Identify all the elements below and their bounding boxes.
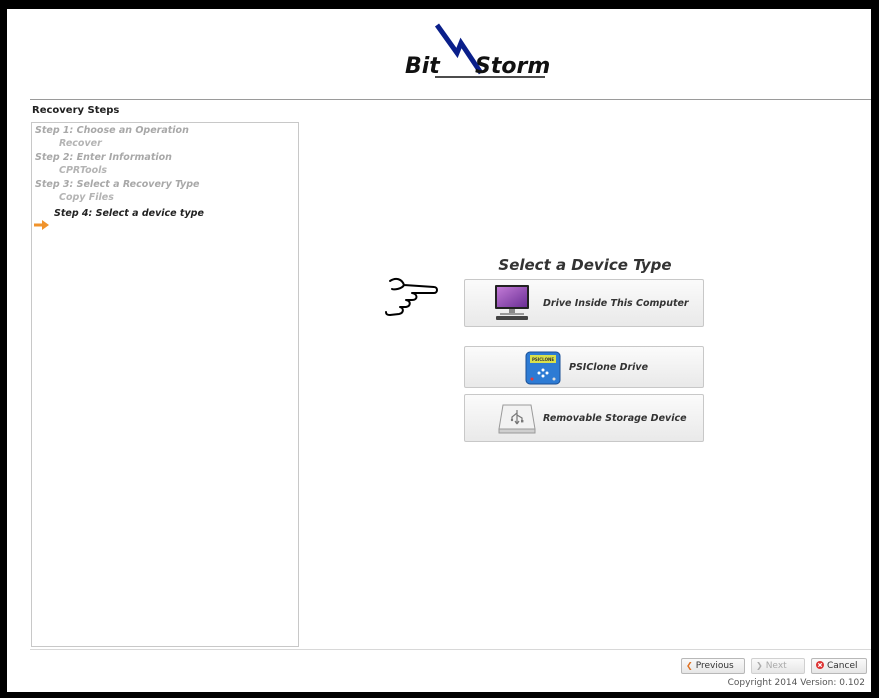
logo-text-bit: Bit xyxy=(405,54,441,79)
chevron-right-icon: ❯ xyxy=(756,661,763,670)
step-2: Step 2: Enter Information xyxy=(35,152,172,163)
next-button[interactable]: ❯ Next xyxy=(751,658,805,674)
step-1-value: Recover xyxy=(59,138,102,149)
cancel-button[interactable]: Cancel xyxy=(811,658,867,674)
computer-monitor-icon xyxy=(495,285,529,320)
cancel-label: Cancel xyxy=(827,661,858,671)
header: Bit Storm xyxy=(7,9,871,99)
psiclone-screen-text: PSICLONE xyxy=(532,357,554,362)
next-label: Next xyxy=(765,661,787,671)
psiclone-device-icon: PSICLONE xyxy=(525,351,561,385)
chevron-left-icon: ❮ xyxy=(686,661,693,670)
header-divider xyxy=(30,99,871,100)
bitstorm-logo: Bit Storm xyxy=(405,23,550,79)
removable-storage-button[interactable]: Removable Storage Device xyxy=(464,394,704,442)
app-window: Bit Storm Recovery Steps Step 1: Choose … xyxy=(7,9,871,692)
device-type-title: Select a Device Type xyxy=(498,256,672,274)
arrow-right-icon xyxy=(34,220,49,230)
removable-storage-label: Removable Storage Device xyxy=(543,413,687,424)
steps-title: Recovery Steps xyxy=(32,105,120,116)
psiclone-drive-button[interactable]: PSICLONE PSIClone Drive xyxy=(464,346,704,388)
drive-inside-computer-label: Drive Inside This Computer xyxy=(543,298,689,309)
cancel-icon xyxy=(816,659,824,673)
step-3: Step 3: Select a Recovery Type xyxy=(35,179,200,190)
psiclone-drive-label: PSIClone Drive xyxy=(569,362,649,373)
pointing-hand-icon xyxy=(385,277,438,316)
step-4-current: Step 4: Select a device type xyxy=(54,208,204,219)
previous-button[interactable]: ❮ Previous xyxy=(681,658,745,674)
step-3-value: Copy Files xyxy=(59,192,114,203)
steps-panel: Step 1: Choose an Operation Recover Step… xyxy=(31,122,299,647)
previous-label: Previous xyxy=(695,661,734,671)
footer-divider xyxy=(30,649,871,650)
step-1: Step 1: Choose an Operation xyxy=(35,125,189,136)
step-2-value: CPRTools xyxy=(59,165,108,176)
drive-inside-computer-button[interactable]: Drive Inside This Computer xyxy=(464,279,704,327)
logo-text-storm: Storm xyxy=(475,54,550,79)
usb-drive-icon xyxy=(498,404,536,434)
copyright-text: Copyright 2014 Version: 0.102 xyxy=(727,678,865,688)
